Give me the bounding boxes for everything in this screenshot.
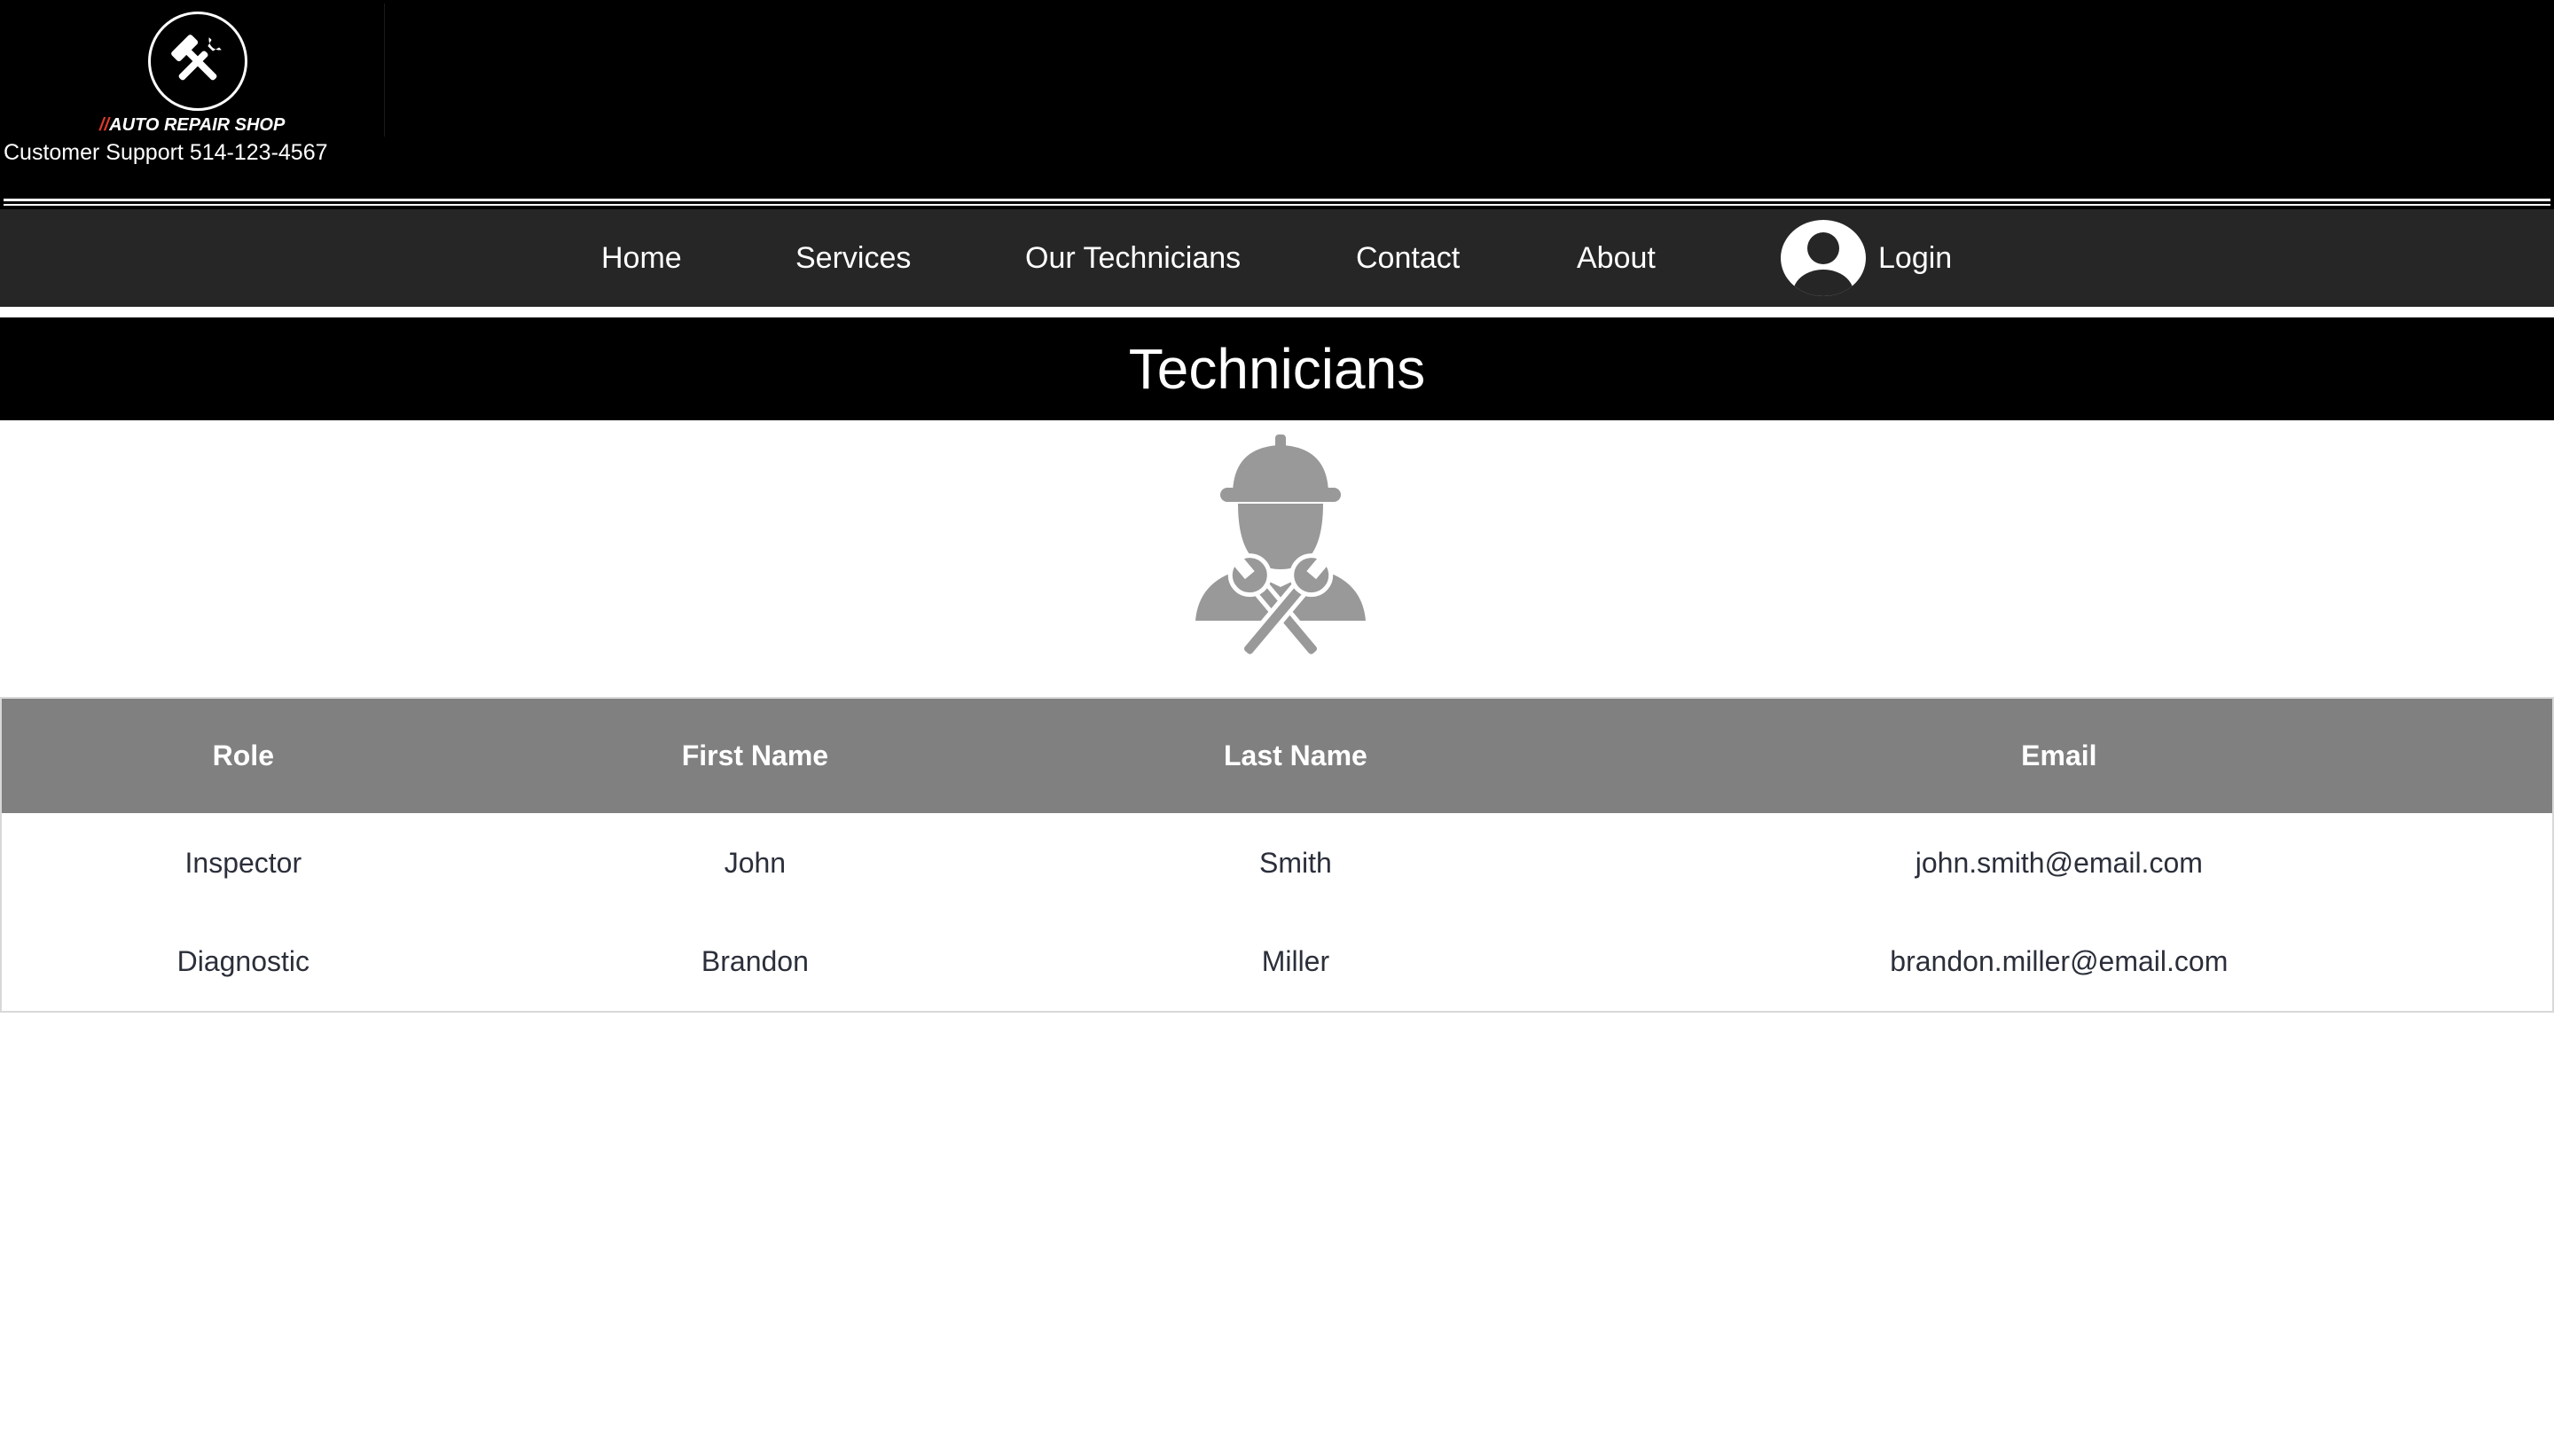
header-divider [4, 199, 2550, 206]
technicians-table: Role First Name Last Name Email Inspecto… [0, 697, 2554, 1013]
title-band: Technicians [0, 317, 2554, 420]
cell-last-name: Smith [1025, 813, 1566, 912]
nav-our-technicians[interactable]: Our Technicians [1025, 209, 1241, 307]
cell-role: Diagnostic [1, 912, 485, 1012]
cell-first-name: Brandon [484, 912, 1026, 1012]
nav-services[interactable]: Services [795, 209, 911, 307]
logo-text: //AUTO REPAIR SHOP [99, 115, 286, 135]
cell-email: brandon.miller@email.com [1565, 912, 2553, 1012]
nav-login[interactable]: Login [1878, 209, 1952, 307]
cell-email: john.smith@email.com [1565, 813, 2553, 912]
logo[interactable]: //AUTO REPAIR SHOP [4, 4, 385, 137]
table-row: Inspector John Smith john.smith@email.co… [1, 813, 2553, 912]
nav-home[interactable]: Home [601, 209, 682, 307]
table-header-row: Role First Name Last Name Email [1, 698, 2553, 813]
top-header: //AUTO REPAIR SHOP Customer Support 514-… [0, 0, 2554, 197]
nav-contact[interactable]: Contact [1356, 209, 1460, 307]
page-title: Technicians [1128, 337, 1426, 401]
column-header-role: Role [1, 698, 485, 813]
cell-first-name: John [484, 813, 1026, 912]
column-header-email: Email [1565, 698, 2553, 813]
cell-role: Inspector [1, 813, 485, 912]
nav-about[interactable]: About [1577, 209, 1656, 307]
table-row: Diagnostic Brandon Miller brandon.miller… [1, 912, 2553, 1012]
cell-last-name: Miller [1025, 912, 1566, 1012]
user-avatar-icon[interactable] [1781, 220, 1866, 296]
technician-hardhat-icon [1192, 434, 1369, 676]
main-nav: Home Services Our Technicians Contact Ab… [0, 209, 2554, 307]
crossed-hammer-wrench-icon [148, 12, 247, 111]
column-header-last-name: Last Name [1025, 698, 1566, 813]
column-header-first-name: First Name [484, 698, 1026, 813]
customer-support-text: Customer Support 514-123-4567 [4, 140, 328, 165]
